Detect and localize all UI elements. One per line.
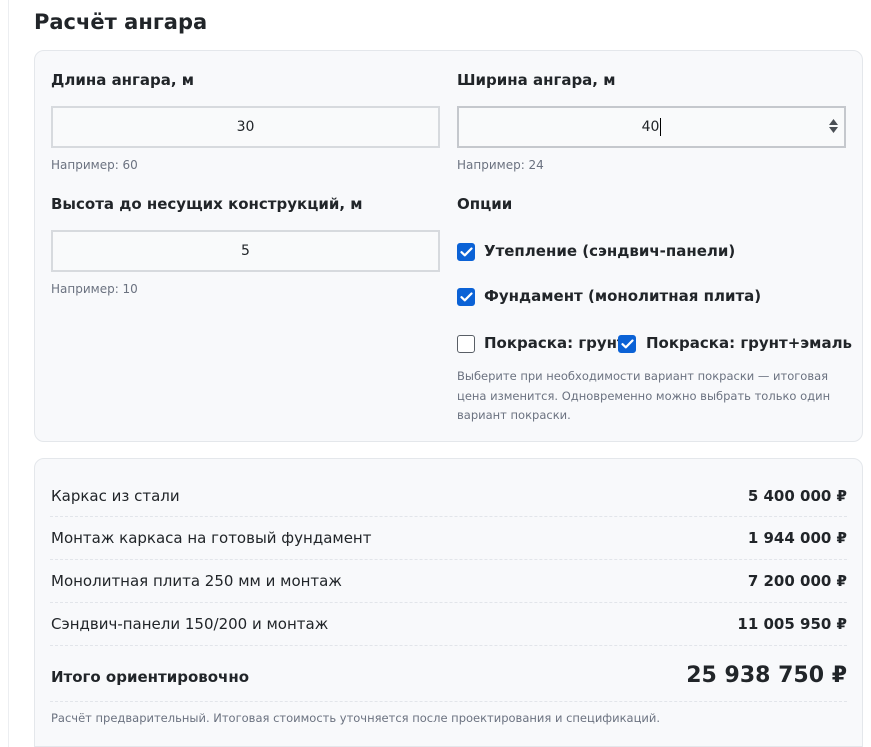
foundation-checkbox[interactable] bbox=[457, 288, 475, 306]
length-input[interactable]: 30 bbox=[51, 106, 440, 148]
length-hint: Например: 60 bbox=[51, 158, 138, 172]
paint-note: Выберите при необходимости вариант покра… bbox=[457, 369, 831, 422]
height-label: Высота до несущих конструкций, м bbox=[51, 195, 363, 213]
height-hint: Например: 10 bbox=[51, 282, 138, 296]
paint-primer-label[interactable]: Покраска: грунт bbox=[484, 334, 626, 352]
row-divider bbox=[50, 645, 847, 646]
total-label: Итого ориентировочно bbox=[51, 668, 250, 686]
cost-row-label: Сэндвич-панели 150/200 и монтаж bbox=[51, 615, 329, 633]
paint-primer-checkbox[interactable] bbox=[457, 335, 475, 353]
foundation-label[interactable]: Фундамент (монолитная плита) bbox=[484, 287, 761, 305]
cost-row-label: Монтаж каркаса на готовый фундамент bbox=[51, 529, 372, 547]
height-input[interactable]: 5 bbox=[51, 230, 440, 272]
summary-footnote: Расчёт предварительный. Итоговая стоимос… bbox=[51, 711, 661, 725]
paint-enamel-checkbox[interactable] bbox=[618, 335, 636, 353]
page-left-rule bbox=[8, 0, 9, 747]
spinner-arrows-icon[interactable] bbox=[829, 119, 838, 133]
checkmark-icon bbox=[620, 339, 634, 349]
text-caret bbox=[660, 118, 662, 136]
width-input-value: 40 bbox=[641, 119, 660, 135]
width-input[interactable]: 40 bbox=[457, 106, 846, 148]
cost-row-label: Каркас из стали bbox=[51, 487, 180, 505]
row-divider bbox=[50, 516, 847, 517]
checkmark-icon bbox=[459, 292, 473, 302]
cost-row-value: 1 944 000 ₽ bbox=[747, 529, 847, 547]
checkmark-icon bbox=[459, 247, 473, 257]
options-title: Опции bbox=[457, 195, 513, 213]
spinner-up-icon[interactable] bbox=[829, 119, 838, 125]
cost-row-label: Монолитная плита 250 мм и монтаж bbox=[51, 572, 342, 590]
length-label: Длина ангара, м bbox=[51, 71, 195, 89]
cost-row-value: 5 400 000 ₽ bbox=[747, 487, 847, 505]
insulation-label[interactable]: Утепление (сэндвич-панели) bbox=[484, 242, 735, 260]
row-divider bbox=[50, 559, 847, 560]
page-title: Расчёт ангара bbox=[34, 10, 208, 34]
total-value: 25 938 750 ₽ bbox=[686, 663, 847, 688]
row-divider bbox=[50, 701, 847, 702]
insulation-checkbox[interactable] bbox=[457, 243, 475, 261]
cost-row-value: 7 200 000 ₽ bbox=[747, 572, 847, 590]
paint-enamel-label[interactable]: Покраска: грунт+эмаль bbox=[646, 334, 852, 352]
width-hint: Например: 24 bbox=[457, 158, 544, 172]
length-input-value: 30 bbox=[236, 119, 255, 135]
spinner-down-icon[interactable] bbox=[829, 127, 838, 133]
cost-row-value: 11 005 950 ₽ bbox=[737, 615, 847, 633]
height-input-value: 5 bbox=[241, 243, 250, 259]
row-divider bbox=[50, 602, 847, 603]
width-label: Ширина ангара, м bbox=[457, 71, 616, 89]
